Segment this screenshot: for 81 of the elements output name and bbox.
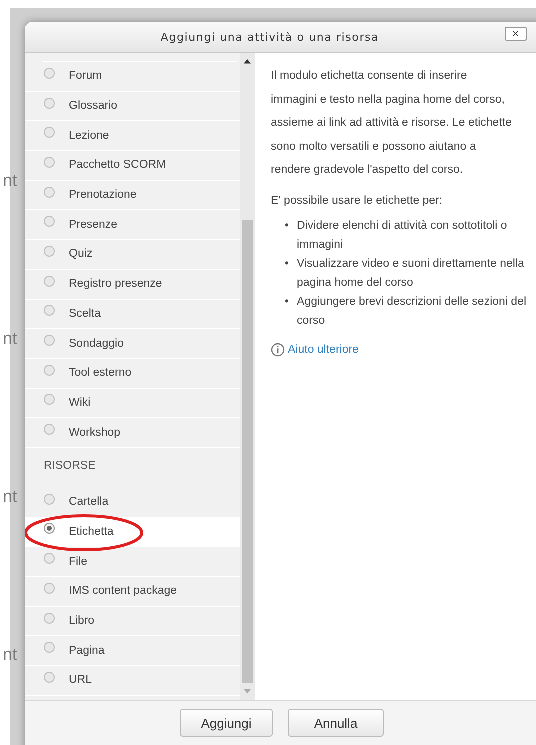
bullet-icon: • bbox=[285, 254, 290, 274]
bullet-icon: • bbox=[285, 216, 290, 236]
option-label: Tool esterno bbox=[69, 367, 132, 380]
radio-button[interactable] bbox=[44, 305, 55, 316]
dialog-title: Aggiungi una attività o una risorsa bbox=[160, 30, 380, 44]
option-label: Glossario bbox=[69, 100, 118, 112]
radio-button[interactable] bbox=[44, 642, 55, 654]
add-button[interactable]: Aggiungi bbox=[180, 709, 273, 737]
option-item[interactable]: Scelta bbox=[25, 300, 240, 330]
option-label: Quiz bbox=[69, 248, 93, 260]
option-label: IMS content package bbox=[69, 585, 178, 598]
option-item[interactable]: File bbox=[25, 547, 240, 577]
description-text: Il modulo etichetta consente di inserire immagini e testo nella pagina home del corso, assieme ai link ad attività e risorse. Le etichette sono molto versatili e possono aiutano a rendere gradevole l'aspetto del corso. bbox=[271, 69, 513, 178]
help-link[interactable]: Aiuto ulteriore bbox=[288, 344, 359, 356]
option-label: Pacchetto SCORM bbox=[69, 159, 166, 172]
option-item[interactable]: Pagina bbox=[25, 636, 240, 666]
option-label: Workshop bbox=[69, 426, 121, 439]
background-text: nt bbox=[3, 330, 18, 348]
option-label: Presenze bbox=[69, 218, 118, 231]
radio-button[interactable] bbox=[44, 216, 55, 228]
option-label: Forum bbox=[69, 70, 102, 82]
bullet-icon: • bbox=[285, 292, 290, 312]
background-text: nt bbox=[3, 646, 18, 664]
radio-button[interactable] bbox=[44, 335, 55, 346]
radio-button[interactable] bbox=[44, 186, 55, 198]
scroll-down-icon[interactable] bbox=[244, 689, 251, 694]
info-icon bbox=[271, 342, 285, 357]
radio-button[interactable] bbox=[44, 494, 55, 505]
radio-button[interactable] bbox=[44, 98, 55, 109]
bullet-item: Dividere elenchi di attività con sottotitoli o immagini bbox=[297, 218, 508, 253]
radio-button[interactable] bbox=[44, 553, 55, 564]
radio-button[interactable] bbox=[44, 523, 55, 534]
option-item[interactable]: Pacchetto SCORM bbox=[25, 151, 240, 181]
option-item[interactable]: Quiz bbox=[25, 240, 240, 270]
section-heading: RISORSE bbox=[43, 458, 97, 474]
option-item[interactable]: Lezione bbox=[25, 121, 240, 152]
radio-button[interactable] bbox=[44, 424, 55, 436]
description-text: E' possibile usare le etichette per: bbox=[271, 194, 444, 209]
radio-button[interactable] bbox=[44, 156, 55, 168]
option-label: File bbox=[69, 556, 88, 568]
radio-button[interactable] bbox=[44, 394, 55, 406]
radio-button[interactable] bbox=[44, 276, 55, 287]
option-label: Etichetta bbox=[69, 526, 114, 538]
option-item[interactable]: Sondaggio bbox=[25, 329, 240, 359]
option-label: Sondaggio bbox=[69, 338, 124, 350]
scroll-up-icon[interactable] bbox=[244, 59, 251, 64]
radio-button[interactable] bbox=[44, 364, 55, 376]
scrollbar[interactable] bbox=[240, 53, 255, 700]
option-label: URL bbox=[69, 674, 92, 686]
option-item[interactable]: IMS content package bbox=[25, 577, 240, 607]
radio-button[interactable] bbox=[44, 68, 55, 79]
background-text: nt bbox=[3, 488, 18, 506]
option-item[interactable]: Wiki bbox=[25, 388, 240, 418]
option-item[interactable]: Libro bbox=[25, 606, 240, 636]
option-label: Registro presenze bbox=[69, 278, 162, 290]
option-item[interactable]: Glossario bbox=[25, 92, 240, 122]
option-label: Cartella bbox=[69, 496, 109, 508]
option-item[interactable]: Presenze bbox=[25, 210, 240, 240]
close-button[interactable]: ✕ bbox=[505, 27, 527, 41]
cancel-button[interactable]: Annulla bbox=[288, 709, 384, 737]
radio-button[interactable] bbox=[44, 582, 55, 594]
option-item[interactable]: Prenotazione bbox=[25, 180, 240, 210]
bullet-item: Aggiungere brevi descrizioni delle sezioni del corso bbox=[297, 294, 528, 329]
background-text: nt bbox=[3, 172, 18, 190]
radio-button[interactable] bbox=[44, 612, 55, 624]
option-item[interactable]: Workshop bbox=[25, 418, 240, 448]
radio-button[interactable] bbox=[44, 672, 55, 683]
option-item[interactable]: Tool esterno bbox=[25, 358, 240, 389]
bullet-item: Visualizzare video e suoni direttamente nella pagina home del corso bbox=[297, 256, 526, 291]
option-label: Scelta bbox=[69, 308, 101, 320]
option-label: Prenotazione bbox=[69, 189, 137, 202]
option-label: Pagina bbox=[69, 644, 105, 657]
scrollbar-thumb[interactable] bbox=[242, 220, 253, 683]
option-label: Wiki bbox=[69, 396, 91, 409]
option-item[interactable]: Forum bbox=[25, 62, 240, 92]
option-item[interactable]: URL bbox=[25, 666, 240, 696]
option-label: Libro bbox=[69, 615, 95, 628]
option-label: Lezione bbox=[69, 130, 110, 142]
option-item[interactable]: Registro presenze bbox=[25, 270, 240, 300]
radio-button[interactable] bbox=[44, 246, 55, 257]
radio-button[interactable] bbox=[44, 127, 55, 138]
